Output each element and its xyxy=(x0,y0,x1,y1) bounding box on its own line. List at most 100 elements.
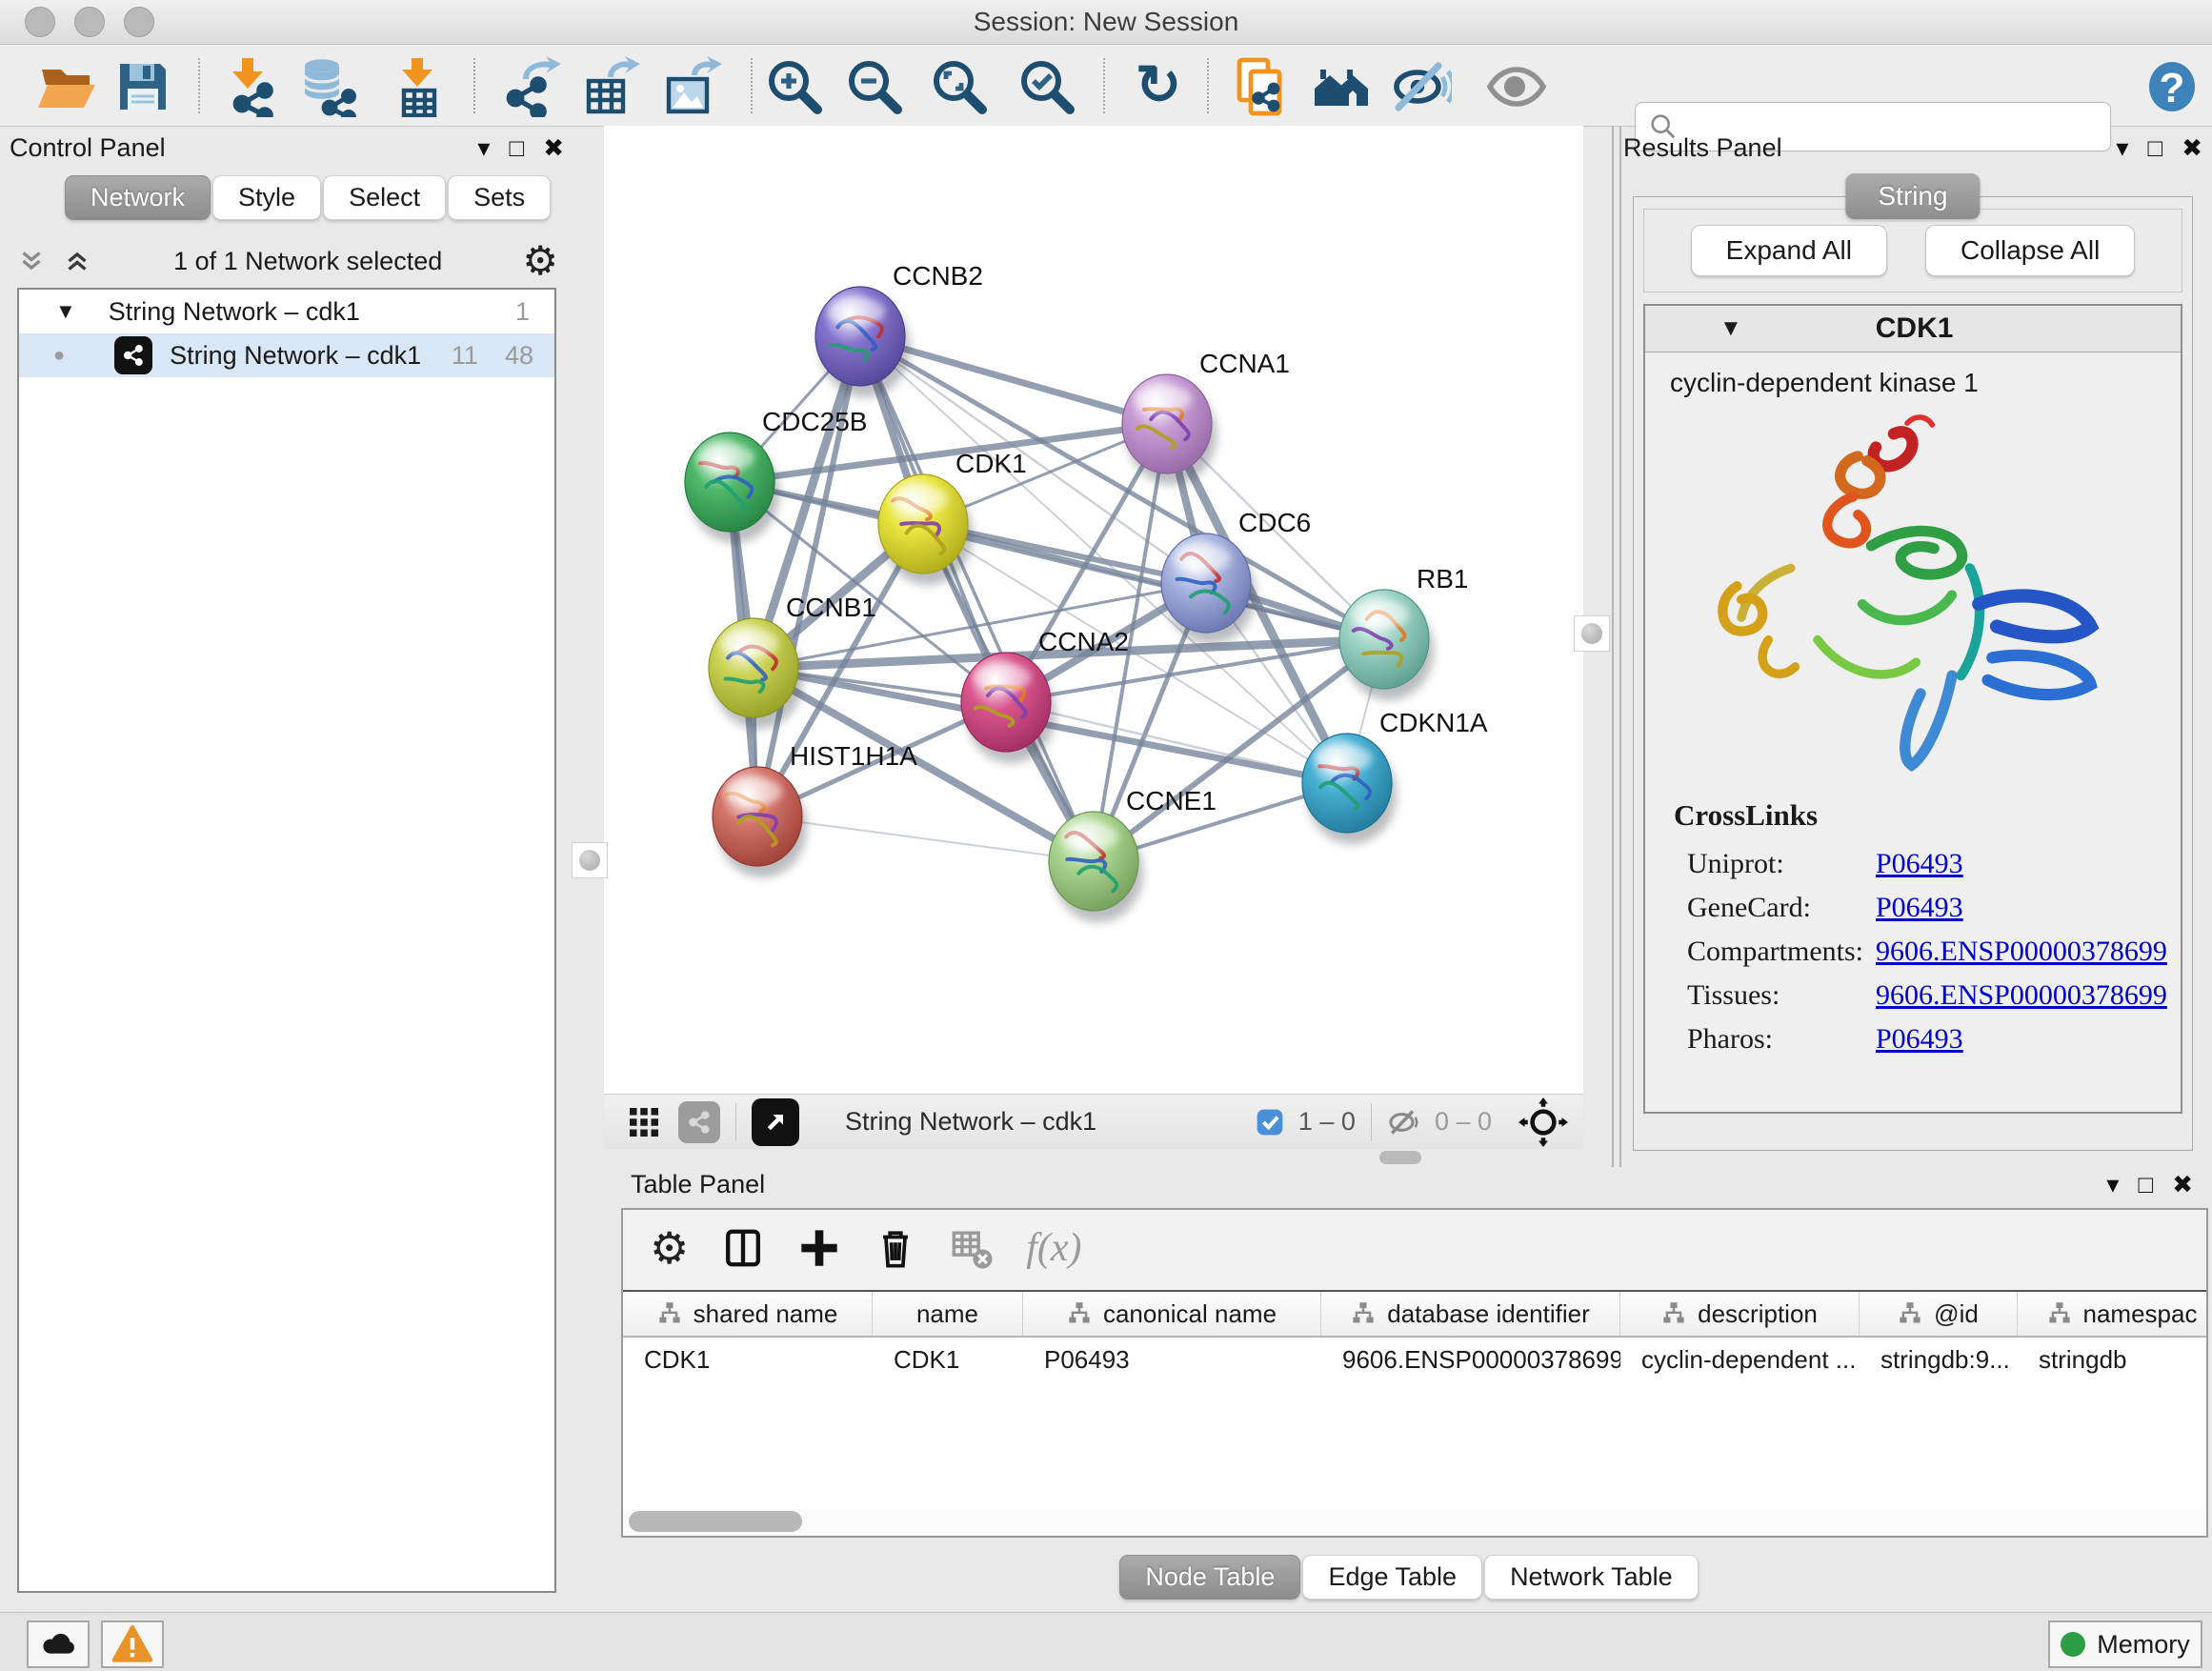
warnings-button[interactable] xyxy=(101,1621,164,1668)
string-network-icon xyxy=(114,336,152,374)
hide-graphics-details-icon[interactable] xyxy=(1391,56,1452,117)
collapse-all-chevron-icon[interactable] xyxy=(15,245,48,277)
hidden-eye-slash-icon[interactable] xyxy=(1387,1108,1421,1137)
right-splitter-handle[interactable] xyxy=(1574,615,1610,652)
selected-checkbox-icon[interactable] xyxy=(1255,1107,1285,1137)
cell-namespac[interactable]: stringdb xyxy=(2018,1338,2206,1381)
show-columns-icon[interactable] xyxy=(721,1226,765,1270)
tab-sets[interactable]: Sets xyxy=(448,175,551,220)
column-header-namespac[interactable]: namespac xyxy=(2018,1292,2206,1336)
cell-canonical-name[interactable]: P06493 xyxy=(1023,1338,1321,1381)
tab-edge-table[interactable]: Edge Table xyxy=(1302,1555,1482,1600)
export-image-icon[interactable] xyxy=(661,56,722,117)
node-CDK1: CDK1 xyxy=(878,449,1027,585)
zoom-selected-icon[interactable] xyxy=(1016,56,1077,117)
show-hide-eye-icon[interactable] xyxy=(1486,56,1547,117)
expand-all-button[interactable]: Expand All xyxy=(1691,225,1887,276)
collapse-all-button[interactable]: Collapse All xyxy=(1925,225,2135,276)
tab-network[interactable]: Network xyxy=(65,175,211,220)
entry-collapse-icon[interactable]: ▼ xyxy=(1719,315,1742,342)
expand-all-chevron-icon[interactable] xyxy=(61,245,93,277)
results-buttons-row: Expand All Collapse All xyxy=(1643,209,2182,292)
import-network-from-database-icon[interactable] xyxy=(297,56,358,117)
network-snapshot-icon[interactable] xyxy=(1230,56,1291,117)
show-all-views-icon[interactable] xyxy=(1311,56,1372,117)
import-table-from-file-icon[interactable] xyxy=(387,56,448,117)
zoom-in-icon[interactable] xyxy=(764,56,825,117)
cell-description[interactable]: cyclin-dependent ... xyxy=(1620,1338,1860,1381)
panel-close-icon[interactable]: ✖ xyxy=(2182,133,2202,163)
tab-node-table[interactable]: Node Table xyxy=(1119,1555,1300,1600)
create-column-plus-icon[interactable] xyxy=(797,1226,841,1270)
column-header-shared-name[interactable]: shared name xyxy=(623,1292,873,1336)
save-session-icon[interactable] xyxy=(112,56,173,117)
node-entry-header[interactable]: ▼ CDK1 xyxy=(1645,306,2181,352)
cell-database-identifier[interactable]: 9606.ENSP00000378699 xyxy=(1321,1338,1620,1381)
column-header-name[interactable]: name xyxy=(873,1292,1023,1336)
node-table: shared namenamecanonical namedatabase id… xyxy=(623,1290,2206,1536)
cell-name[interactable]: CDK1 xyxy=(873,1338,1023,1381)
cell--id[interactable]: stringdb:9... xyxy=(1860,1338,2018,1381)
import-network-from-file-icon[interactable] xyxy=(219,56,280,117)
network-collection-row[interactable]: ▼ String Network – cdk1 1 xyxy=(19,290,554,333)
panel-float-icon[interactable]: □ xyxy=(2147,133,2162,163)
memory-button[interactable]: Memory xyxy=(2048,1621,2202,1668)
table-options-gear-icon[interactable]: ⚙ xyxy=(650,1228,689,1268)
left-splitter-handle[interactable] xyxy=(572,842,608,878)
network-options-gear-icon[interactable]: ⚙ xyxy=(522,241,558,281)
delete-column-trash-icon[interactable] xyxy=(874,1226,917,1270)
open-session-icon[interactable] xyxy=(36,56,97,117)
toolbar-divider xyxy=(1207,58,1209,113)
panel-float-icon[interactable]: □ xyxy=(2138,1170,2153,1199)
string-view-icon[interactable] xyxy=(678,1101,720,1143)
scrollbar-thumb[interactable] xyxy=(629,1511,802,1532)
zoom-out-icon[interactable] xyxy=(844,56,905,117)
crosslink-link[interactable]: 9606.ENSP00000378699 xyxy=(1876,979,2167,1012)
export-network-icon[interactable] xyxy=(500,56,561,117)
panel-collapse-icon[interactable]: ▾ xyxy=(477,133,490,163)
panel-close-icon[interactable]: ✖ xyxy=(2172,1170,2193,1199)
panel-float-icon[interactable]: □ xyxy=(509,133,524,163)
column-header--id[interactable]: @id xyxy=(1860,1292,2018,1336)
status-divider xyxy=(1371,1103,1372,1141)
pan-crosshair-icon[interactable] xyxy=(1518,1097,1568,1147)
column-header-description[interactable]: description xyxy=(1620,1292,1860,1336)
function-builder-icon[interactable]: f(x) xyxy=(1026,1225,1081,1271)
column-tree-icon xyxy=(1067,1301,1092,1326)
birdseye-view-icon[interactable] xyxy=(752,1098,799,1146)
table-toolbar: ⚙ f(x) xyxy=(623,1210,2206,1286)
panel-collapse-icon[interactable]: ▾ xyxy=(2116,133,2128,163)
export-table-icon[interactable] xyxy=(581,56,642,117)
control-panel: Control Panel ▾ □ ✖ NetworkStyleSelectSe… xyxy=(10,133,564,1595)
cell-shared-name[interactable]: CDK1 xyxy=(623,1338,873,1381)
crosslink-label: Pharos: xyxy=(1687,1023,1876,1056)
horizontal-splitter-handle[interactable] xyxy=(1379,1151,1421,1164)
panel-close-icon[interactable]: ✖ xyxy=(543,133,564,163)
zoom-fit-icon[interactable] xyxy=(929,56,990,117)
column-header-canonical-name[interactable]: canonical name xyxy=(1023,1292,1321,1336)
column-tree-icon xyxy=(1898,1301,1922,1326)
tab-select[interactable]: Select xyxy=(323,175,446,220)
tree-expanded-icon[interactable]: ▼ xyxy=(55,299,76,324)
app-window: Session: New Session xyxy=(0,0,2212,1671)
refresh-icon[interactable]: ↻ xyxy=(1128,56,1189,117)
crosslink-label: Tissues: xyxy=(1687,979,1876,1012)
tab-network-table[interactable]: Network Table xyxy=(1484,1555,1699,1600)
panel-collapse-icon[interactable]: ▾ xyxy=(2106,1170,2119,1199)
crosslink-link[interactable]: P06493 xyxy=(1876,1023,1963,1056)
tab-string[interactable]: String xyxy=(1845,173,1980,219)
column-header-database-identifier[interactable]: database identifier xyxy=(1321,1292,1620,1336)
table-row[interactable]: CDK1CDK1P064939606.ENSP00000378699cyclin… xyxy=(623,1338,2206,1381)
grid-view-icon[interactable] xyxy=(627,1105,661,1139)
delete-table-icon[interactable] xyxy=(950,1226,994,1270)
network-canvas[interactable]: CCNB2CCNA1CDC25BCDK1CDC6RB1CCNB1CCNA2CDK… xyxy=(604,126,1583,1094)
tab-style[interactable]: Style xyxy=(212,175,321,220)
vertical-splitter[interactable] xyxy=(1612,126,1621,1167)
crosslink-link[interactable]: P06493 xyxy=(1876,892,1963,924)
crosslink-link[interactable]: P06493 xyxy=(1876,848,1963,880)
cloud-button[interactable] xyxy=(27,1621,90,1668)
network-row[interactable]: ● String Network – cdk1 11 48 xyxy=(19,333,554,377)
help-icon[interactable]: ? xyxy=(2142,56,2202,117)
crosslink-link[interactable]: 9606.ENSP00000378699 xyxy=(1876,936,2167,968)
node-label-CCNA1: CCNA1 xyxy=(1199,349,1290,378)
